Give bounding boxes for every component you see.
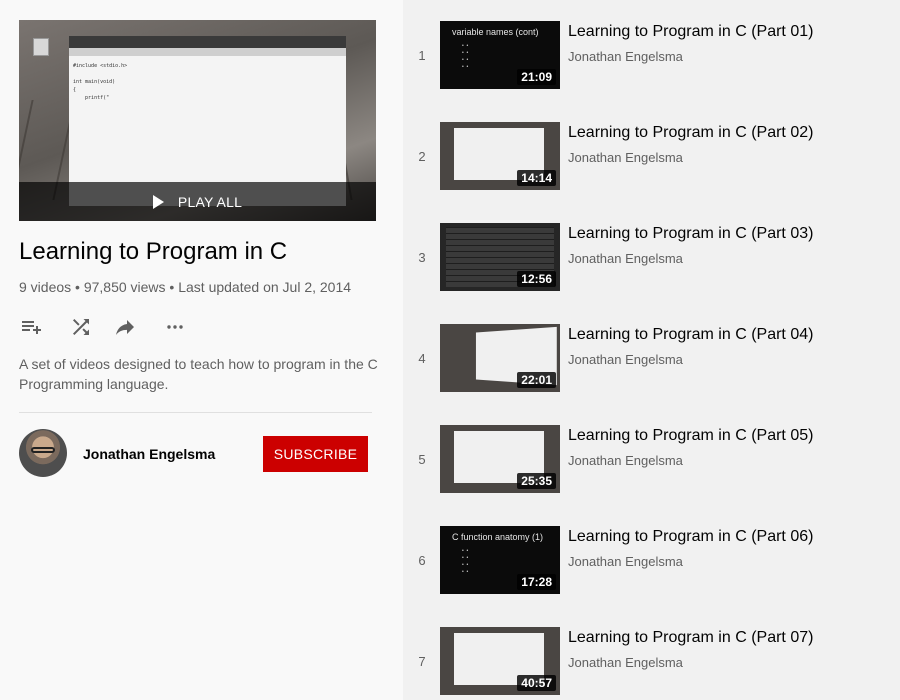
list-item[interactable]: 6 C function anatomy (1) • • • • • • • • 17… <box>403 526 900 594</box>
video-duration: 40:57 <box>517 675 556 691</box>
video-channel[interactable]: Jonathan Engelsma <box>568 150 683 165</box>
list-item[interactable]: 4 22:01 Learning to Program in C (Part 04)… <box>403 324 900 392</box>
list-item[interactable]: 5 25:35 Learning to Program in C (Part 05)… <box>403 425 900 493</box>
video-duration: 12:56 <box>517 271 556 287</box>
owner-name[interactable]: Jonathan Engelsma <box>83 446 215 462</box>
video-index: 6 <box>418 553 426 568</box>
video-index: 1 <box>418 48 426 63</box>
play-icon <box>152 194 164 209</box>
video-title[interactable]: Learning to Program in C (Part 07) <box>568 627 813 649</box>
video-thumbnail[interactable]: 14:14 <box>440 122 560 190</box>
video-thumbnail[interactable]: 40:57 <box>440 627 560 695</box>
desktop-file-icon <box>33 38 49 56</box>
video-index: 7 <box>418 654 426 669</box>
video-thumbnail[interactable]: 25:35 <box>440 425 560 493</box>
slide-title: variable names (cont) <box>452 27 539 37</box>
video-index: 4 <box>418 351 426 366</box>
share-icon[interactable] <box>113 315 137 339</box>
video-channel[interactable]: Jonathan Engelsma <box>568 251 683 266</box>
video-title[interactable]: Learning to Program in C (Part 03) <box>568 223 813 245</box>
list-item[interactable]: 2 14:14 Learning to Program in C (Part 02)… <box>403 122 900 190</box>
video-index: 5 <box>418 452 426 467</box>
video-thumbnail[interactable]: C function anatomy (1) • • • • • • • • 17:… <box>440 526 560 594</box>
terminal-window: #include <stdio.h> int main(void) { prin… <box>69 36 346 206</box>
video-title[interactable]: Learning to Program in C (Part 01) <box>568 21 813 43</box>
video-duration: 25:35 <box>517 473 556 489</box>
video-title[interactable]: Learning to Program in C (Part 04) <box>568 324 813 346</box>
video-title[interactable]: Learning to Program in C (Part 06) <box>568 526 813 548</box>
avatar[interactable] <box>19 429 67 477</box>
video-index: 3 <box>418 250 426 265</box>
add-to-queue-icon[interactable] <box>19 315 43 339</box>
list-item[interactable]: 7 40:57 Learning to Program in C (Part 07)… <box>403 627 900 695</box>
playlist-description: A set of videos designed to teach how to… <box>19 356 378 392</box>
slide-title: C function anatomy (1) <box>452 532 544 542</box>
video-duration: 17:28 <box>517 574 556 590</box>
playlist-owner: Jonathan Engelsma SUBSCRIBE <box>19 429 372 477</box>
video-thumbnail[interactable]: 22:01 <box>440 324 560 392</box>
video-channel[interactable]: Jonathan Engelsma <box>568 453 683 468</box>
divider <box>19 412 372 413</box>
list-item[interactable]: 3 12:56 Learning to Program in C (Part 03)… <box>403 223 900 291</box>
video-title[interactable]: Learning to Program in C (Part 02) <box>568 122 813 144</box>
video-thumbnail[interactable]: 12:56 <box>440 223 560 291</box>
shuffle-icon[interactable] <box>69 315 93 339</box>
subscribe-button[interactable]: SUBSCRIBE <box>263 436 368 472</box>
video-channel[interactable]: Jonathan Engelsma <box>568 352 683 367</box>
video-channel[interactable]: Jonathan Engelsma <box>568 554 683 569</box>
video-title[interactable]: Learning to Program in C (Part 05) <box>568 425 813 447</box>
play-all-button[interactable]: PLAY ALL <box>19 182 376 221</box>
playlist-title: Learning to Program in C <box>19 238 288 265</box>
playlist-thumbnail[interactable]: #include <stdio.h> int main(void) { prin… <box>19 20 376 221</box>
video-thumbnail[interactable]: variable names (cont) • • • • • • • • 21:0… <box>440 21 560 89</box>
video-index: 2 <box>418 149 426 164</box>
play-all-label: PLAY ALL <box>177 193 243 210</box>
playlist-stats: 9 videos • 97,850 views • Last updated o… <box>19 279 352 295</box>
video-duration: 22:01 <box>517 372 556 388</box>
more-icon[interactable] <box>163 315 187 339</box>
playlist-video-list: 1 variable names (cont) • • • • • • • • 21:… <box>403 0 900 700</box>
video-duration: 21:09 <box>517 69 556 85</box>
video-channel[interactable]: Jonathan Engelsma <box>568 49 683 64</box>
video-duration: 14:14 <box>517 170 556 186</box>
list-item[interactable]: 1 variable names (cont) • • • • • • • • 21:… <box>403 21 900 89</box>
video-channel[interactable]: Jonathan Engelsma <box>568 655 683 670</box>
playlist-sidebar: #include <stdio.h> int main(void) { prin… <box>0 0 403 700</box>
playlist-actions <box>19 315 199 339</box>
